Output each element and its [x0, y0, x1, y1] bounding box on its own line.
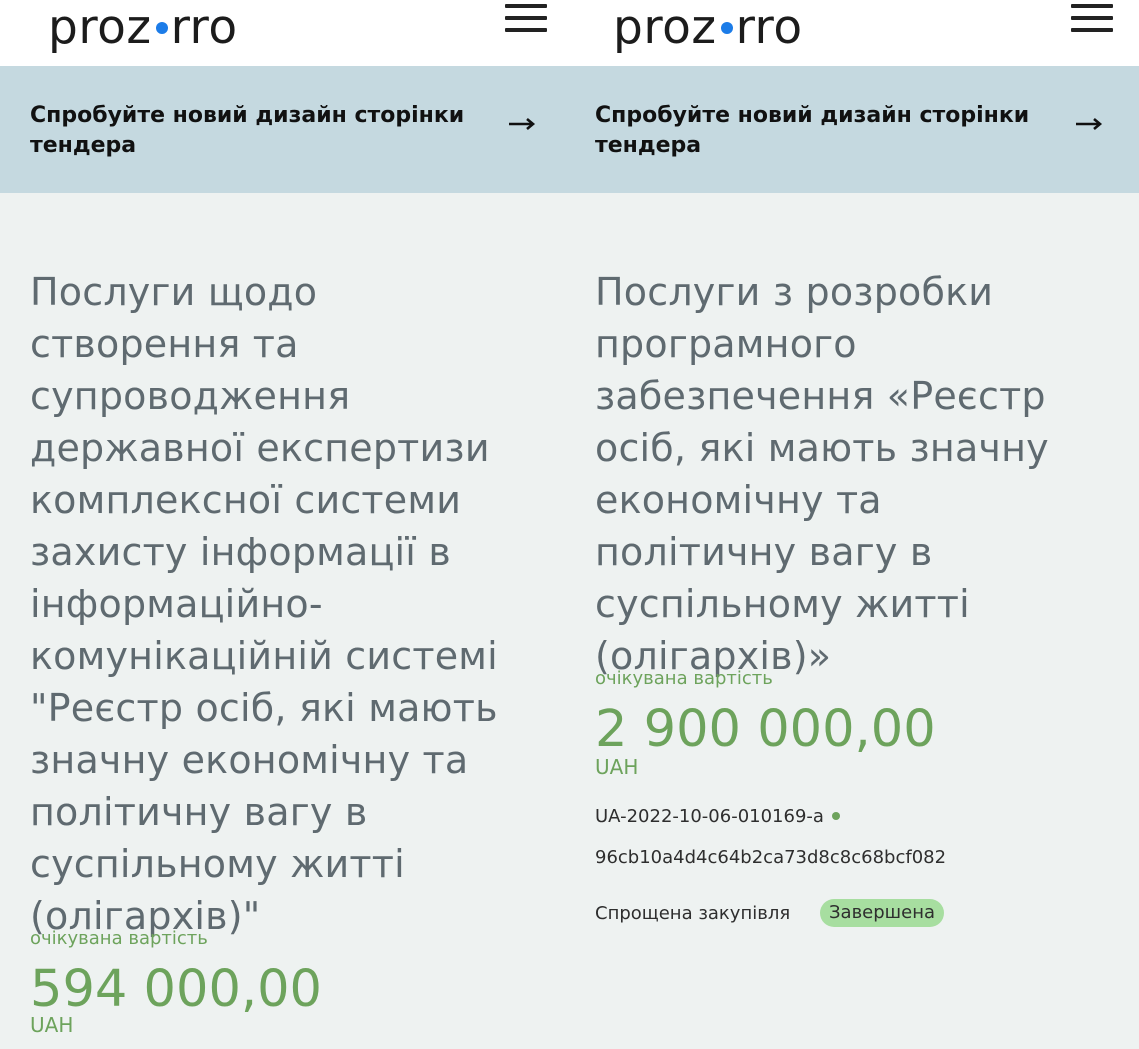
header: proz rro — [0, 0, 565, 66]
expected-amount: 594 000,00 — [30, 960, 323, 1019]
banner-text: Спробуйте новий дизайн сторінки тендера — [595, 103, 1030, 158]
arrow-right-icon — [1076, 118, 1103, 130]
tender-title: Послуги з розробки програмного забезпече… — [595, 270, 1049, 678]
status-dot-icon — [831, 812, 840, 820]
left-screenshot-panel: proz rro Спробуйте новий дизайн сторінки … — [0, 0, 565, 1049]
prozorro-logo[interactable]: proz rro — [613, 0, 803, 56]
currency-label: UAH — [595, 755, 639, 779]
logo-dot-icon — [155, 21, 168, 34]
header: proz rro — [565, 0, 1139, 66]
expected-value-label: очікувана вартість — [30, 928, 208, 949]
new-design-banner[interactable]: Спробуйте новий дизайн сторінки тендера — [0, 66, 565, 193]
status-badge: Завершена — [820, 899, 945, 927]
prozorro-logo[interactable]: proz rro — [48, 0, 238, 56]
tender-title: Послуги щодо створення та супроводження … — [30, 270, 498, 938]
currency-label: UAH — [30, 1013, 74, 1037]
right-screenshot-panel: proz rro Спробуйте новий дизайн сторінки … — [565, 0, 1139, 1049]
tender-id[interactable]: UA-2022-10-06-010169-a — [595, 806, 840, 827]
expected-value-label: очікувана вартість — [595, 668, 773, 689]
tender-hash: 96cb10a4d4c64b2ca73d8c8c68bcf082 — [595, 847, 947, 868]
banner-text: Спробуйте новий дизайн сторінки тендера — [30, 103, 465, 158]
hamburger-menu-icon[interactable] — [505, 3, 547, 33]
procurement-type: Спрощена закупівля — [595, 903, 791, 924]
new-design-banner[interactable]: Спробуйте новий дизайн сторінки тендера — [565, 66, 1139, 193]
arrow-right-icon — [509, 118, 536, 130]
hamburger-menu-icon[interactable] — [1071, 3, 1113, 33]
logo-dot-icon — [720, 21, 733, 34]
expected-amount: 2 900 000,00 — [595, 700, 936, 759]
